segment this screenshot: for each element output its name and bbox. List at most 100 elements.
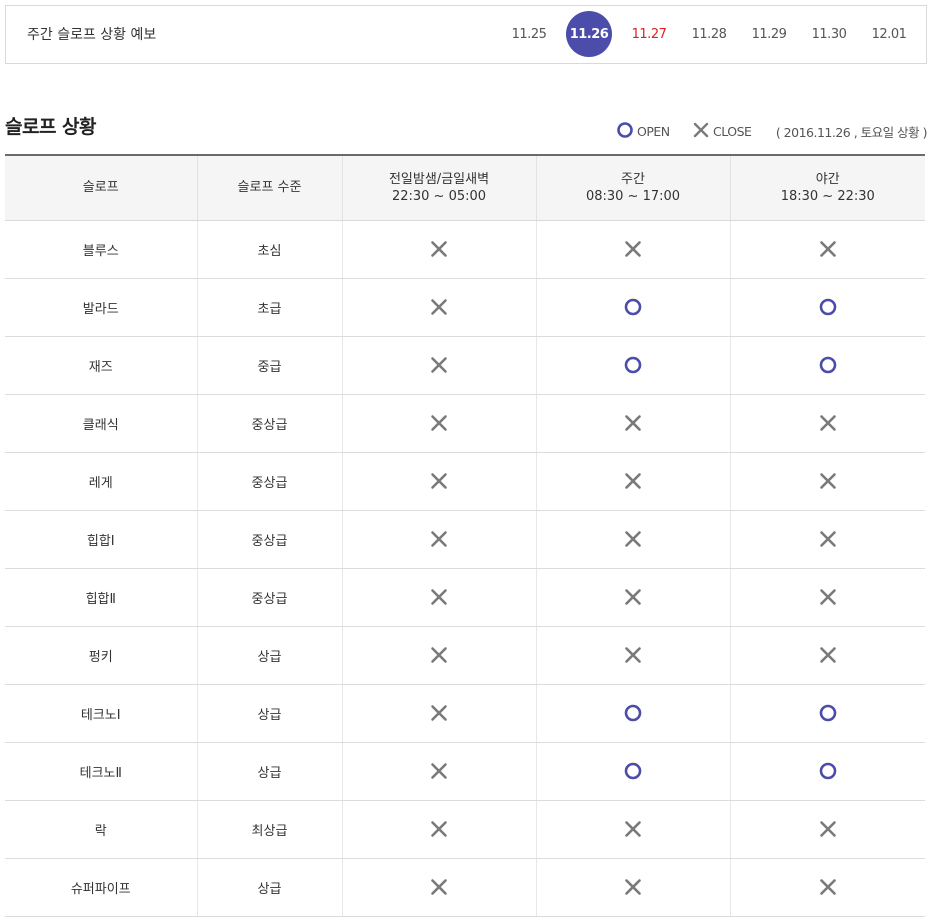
slope-level: 중급 <box>197 336 343 395</box>
circle-icon <box>623 297 643 317</box>
circle-icon <box>616 121 634 142</box>
status-overnight <box>342 278 537 337</box>
x-icon <box>429 355 449 375</box>
table-row: 클래식 중상급 <box>5 394 925 453</box>
date-button-11.30[interactable]: 11.30 <box>806 11 852 57</box>
date-button-11.28[interactable]: 11.28 <box>686 11 732 57</box>
slope-level: 초심 <box>197 220 343 279</box>
slope-name: 테크노Ⅱ <box>5 742 198 801</box>
header-level: 슬로프 수준 <box>197 154 343 221</box>
slope-name: 락 <box>5 800 198 859</box>
legend-open: OPEN <box>616 121 670 141</box>
slope-name: 펑키 <box>5 626 198 685</box>
table-row: 힙합Ⅱ 중상급 <box>5 568 925 627</box>
date-button-11.26[interactable]: 11.26 <box>566 11 612 57</box>
slope-level: 상급 <box>197 684 343 743</box>
status-night <box>730 800 925 859</box>
slope-level: 상급 <box>197 626 343 685</box>
x-icon <box>818 239 838 259</box>
status-overnight <box>342 394 537 453</box>
table-row: 발라드 초급 <box>5 278 925 337</box>
header-night: 야간 18:30 ~ 22:30 <box>730 154 925 221</box>
status-overnight <box>342 452 537 511</box>
x-icon <box>623 819 643 839</box>
table-row: 블루스 초심 <box>5 220 925 279</box>
table-row: 재즈 중급 <box>5 336 925 395</box>
x-icon <box>818 877 838 897</box>
x-icon <box>623 413 643 433</box>
x-icon <box>429 413 449 433</box>
status-night <box>730 626 925 685</box>
header-slope: 슬로프 <box>5 154 198 221</box>
status-date-note: ( 2016.11.26 , 토요일 상황 ) <box>775 124 928 140</box>
status-day <box>536 800 731 859</box>
status-night <box>730 742 925 801</box>
x-icon <box>818 471 838 491</box>
slope-level: 최상급 <box>197 800 343 859</box>
table-body: 블루스 초심 발라드 초급 재즈 중급 클래식 중상급 레게 중상급 힙합Ⅰ 중상급 힙합Ⅱ 중상급 펑키 상… <box>5 220 925 917</box>
circle-icon <box>623 761 643 781</box>
slope-name: 레게 <box>5 452 198 511</box>
slope-level: 상급 <box>197 858 343 917</box>
x-icon <box>429 645 449 665</box>
status-day <box>536 510 731 569</box>
status-day <box>536 684 731 743</box>
status-day <box>536 452 731 511</box>
x-icon <box>623 529 643 549</box>
x-icon <box>429 703 449 723</box>
slope-level: 중상급 <box>197 510 343 569</box>
x-icon <box>429 819 449 839</box>
slope-level: 중상급 <box>197 568 343 627</box>
date-button-12.01[interactable]: 12.01 <box>866 11 912 57</box>
x-icon <box>623 645 643 665</box>
table-row: 테크노Ⅰ 상급 <box>5 684 925 743</box>
x-icon <box>429 471 449 491</box>
status-day <box>536 568 731 627</box>
date-button-11.29[interactable]: 11.29 <box>746 11 792 57</box>
table-row: 슈퍼파이프 상급 <box>5 858 925 917</box>
x-icon <box>429 761 449 781</box>
slope-name: 슈퍼파이프 <box>5 858 198 917</box>
slope-name: 테크노Ⅰ <box>5 684 198 743</box>
status-night <box>730 452 925 511</box>
legend-close: CLOSE <box>692 121 752 142</box>
slope-status-table: 슬로프 슬로프 수준 전일밤샘/금일새벽 22:30 ~ 05:00 주간 08:3… <box>5 154 925 917</box>
table-header-row: 슬로프 슬로프 수준 전일밤샘/금일새벽 22:30 ~ 05:00 주간 08:3… <box>5 154 925 221</box>
x-icon <box>818 645 838 665</box>
slope-name: 블루스 <box>5 220 198 279</box>
x-icon <box>623 239 643 259</box>
status-night <box>730 220 925 279</box>
x-icon <box>623 587 643 607</box>
status-night <box>730 394 925 453</box>
status-day <box>536 220 731 279</box>
slope-name: 클래식 <box>5 394 198 453</box>
x-icon <box>623 471 643 491</box>
circle-icon <box>818 761 838 781</box>
x-icon <box>429 239 449 259</box>
status-night <box>730 858 925 917</box>
slope-level: 초급 <box>197 278 343 337</box>
legend-open-label: OPEN <box>637 123 670 139</box>
x-icon <box>429 297 449 317</box>
x-icon <box>818 529 838 549</box>
status-day <box>536 336 731 395</box>
weekly-forecast-title: 주간 슬로프 상황 예보 <box>27 27 157 43</box>
section-title: 슬로프 상황 <box>5 116 97 138</box>
x-icon <box>692 121 710 142</box>
status-day <box>536 626 731 685</box>
slope-name: 힙합Ⅱ <box>5 568 198 627</box>
status-overnight <box>342 510 537 569</box>
table-row: 테크노Ⅱ 상급 <box>5 742 925 801</box>
x-icon <box>429 529 449 549</box>
circle-icon <box>818 355 838 375</box>
x-icon <box>818 413 838 433</box>
status-night <box>730 684 925 743</box>
date-button-11.25[interactable]: 11.25 <box>506 11 552 57</box>
circle-icon <box>818 297 838 317</box>
x-icon <box>818 819 838 839</box>
status-day <box>536 858 731 917</box>
date-button-11.27[interactable]: 11.27 <box>626 11 672 57</box>
x-icon <box>429 877 449 897</box>
status-night <box>730 568 925 627</box>
status-overnight <box>342 858 537 917</box>
